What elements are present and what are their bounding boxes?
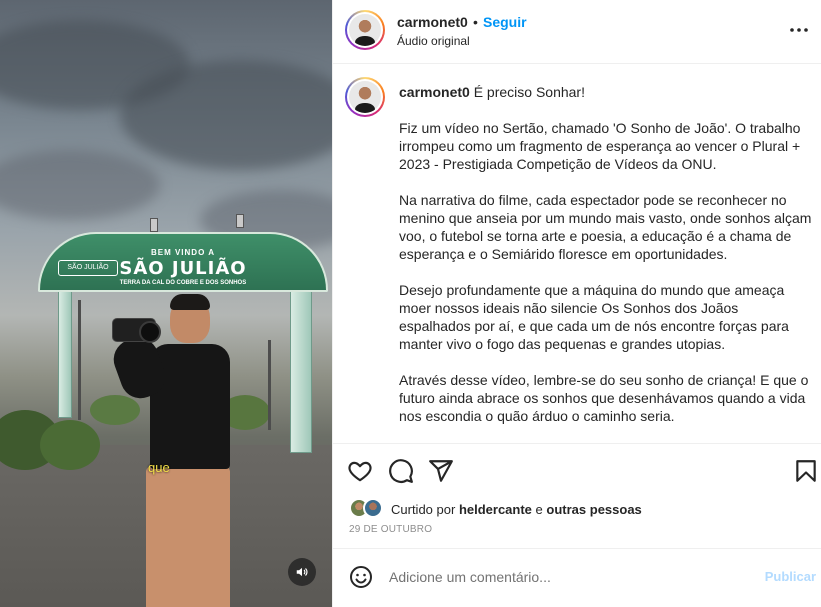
person-hair — [170, 294, 210, 310]
video-caption: que — [148, 460, 170, 475]
header-username[interactable]: carmonet0 — [397, 14, 468, 30]
comment-icon[interactable] — [388, 458, 414, 484]
audio-link[interactable]: Áudio original — [397, 34, 470, 48]
likes-prefix: Curtido por — [391, 502, 456, 517]
comment-input[interactable] — [389, 565, 749, 589]
camera — [112, 318, 161, 343]
liker-avatar[interactable] — [363, 498, 383, 518]
liker-username[interactable]: heldercante — [459, 502, 532, 517]
mute-button[interactable] — [288, 558, 316, 586]
sky-cloud — [120, 60, 332, 170]
utility-pole — [78, 300, 81, 420]
likes-connector: e — [535, 502, 543, 517]
likes-text: Curtido por heldercante e outras pessoas — [391, 502, 642, 517]
header-separator: • — [473, 14, 478, 30]
publish-button[interactable]: Publicar — [765, 569, 816, 584]
more-options-icon[interactable] — [787, 20, 811, 40]
arch-lamp — [236, 214, 244, 228]
profile-picture — [349, 14, 381, 46]
arch-pillar-left — [58, 288, 72, 418]
emoji-icon[interactable] — [349, 565, 373, 589]
sign-logo: SÃO JULIÃO — [58, 260, 118, 276]
post-date[interactable]: 29 DE OUTUBRO — [349, 524, 432, 535]
post-header: carmonet0 • Seguir Áudio original — [333, 0, 821, 64]
person-legs — [146, 466, 230, 607]
add-comment-bar: Publicar — [333, 548, 821, 607]
share-icon[interactable] — [428, 458, 454, 484]
caption-username[interactable]: carmonet0 — [399, 84, 470, 100]
person-body — [150, 344, 230, 469]
bush — [40, 420, 100, 470]
sign-subtitle-text: TERRA DA CAL DO COBRE E DOS SONHOS — [119, 280, 247, 286]
utility-pole — [268, 340, 271, 430]
arch-pillar-right — [290, 288, 312, 453]
arch-lamp — [150, 218, 158, 232]
bush — [90, 395, 140, 425]
sign-welcome-text: BEM VINDO A — [150, 248, 216, 257]
profile-picture — [349, 81, 381, 113]
caption-paragraph: Desejo profundamente que a máquina do mu… — [399, 282, 789, 352]
avatar[interactable] — [345, 10, 385, 50]
post-panel: carmonet0 • Seguir Áudio original carmon… — [332, 0, 821, 607]
likes-summary: Curtido por heldercante e outras pessoas — [349, 498, 809, 522]
welcome-sign: SÃO JULIÃO BEM VINDO A SÃO JULIÃO TERRA … — [38, 232, 328, 292]
save-bookmark-icon[interactable] — [793, 458, 819, 484]
caption-paragraph: Na narrativa do filme, cada espectador p… — [399, 192, 812, 262]
sky-cloud — [0, 150, 160, 220]
action-bar — [333, 443, 821, 493]
speaker-icon — [296, 567, 308, 577]
follow-button[interactable]: Seguir — [483, 14, 527, 30]
caption-paragraph: Fiz um vídeo no Sertão, chamado 'O Sonho… — [399, 120, 801, 172]
avatar[interactable] — [345, 77, 385, 117]
caption-section: carmonet0 É preciso Sonhar! Fiz um vídeo… — [333, 65, 821, 443]
like-heart-icon[interactable] — [347, 458, 373, 484]
post-caption: carmonet0 É preciso Sonhar! Fiz um vídeo… — [399, 83, 813, 443]
likes-others-link[interactable]: outras pessoas — [546, 502, 641, 517]
caption-title: É preciso Sonhar! — [473, 84, 585, 100]
video-player[interactable]: SÃO JULIÃO BEM VINDO A SÃO JULIÃO TERRA … — [0, 0, 332, 607]
caption-paragraph: Através desse vídeo, lembre-se do seu so… — [399, 372, 809, 424]
